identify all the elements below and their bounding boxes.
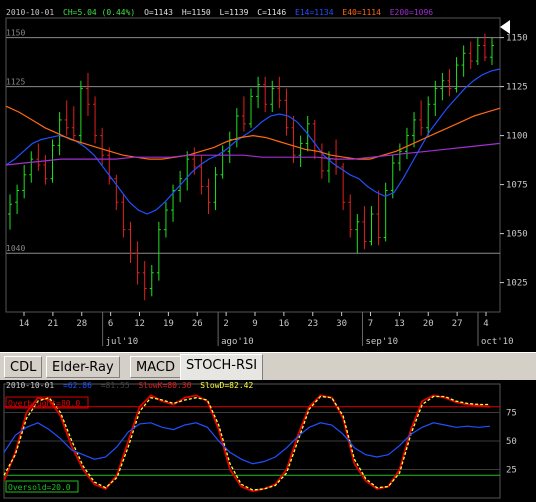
- month-label-1: ago'10: [221, 337, 254, 347]
- stoch-header-rsi: =62.86: [63, 381, 92, 390]
- header-ema200: E200=1096: [390, 8, 434, 17]
- x-tick-label-7: 2: [223, 319, 228, 329]
- x-tick-label-16: 4: [483, 319, 488, 329]
- x-tick-label-12: 7: [368, 319, 373, 329]
- indicator-tab-bar: CDL Elder-Ray MACD STOCH-RSI: [0, 352, 536, 381]
- x-tick-label-11: 30: [336, 319, 347, 329]
- x-tick-label-14: 20: [423, 319, 434, 329]
- header-ema14: E14=1134: [295, 8, 334, 17]
- price-chart-background: [0, 0, 536, 352]
- x-tick-label-2: 28: [76, 319, 87, 329]
- month-label-0: jul'10: [106, 337, 139, 347]
- header-low: L=1139: [220, 8, 249, 17]
- y-tick-label-1: 1050: [506, 230, 528, 240]
- reference-label-2: 1040: [6, 244, 25, 253]
- x-tick-label-10: 23: [307, 319, 318, 329]
- header-close: C=1146: [257, 8, 286, 17]
- y-tick-label-0: 1025: [506, 279, 528, 289]
- stoch-y-label-2: 75: [506, 409, 517, 419]
- stoch-header-slowd: SlowD=82.42: [200, 381, 253, 390]
- y-tick-label-3: 1100: [506, 132, 528, 142]
- month-label-2: sep'10: [366, 337, 399, 347]
- stoch-y-label-0: 25: [506, 466, 517, 476]
- header-open: O=1143: [144, 8, 173, 17]
- reference-label-0: 1150: [6, 29, 25, 38]
- price-header: 2010-10-01 CH=5.04 (0.44%) O=1143 H=1150…: [6, 8, 433, 17]
- x-tick-label-6: 26: [192, 319, 203, 329]
- overbought-label: Overbought=80.0: [8, 399, 80, 408]
- oversold-label: Oversold=20.0: [8, 483, 71, 492]
- stoch-rsi-chart: 25 50 75 2010-10-01 =62.86 =81.55 SlowK=80…: [0, 380, 536, 502]
- stoch-y-label-1: 50: [506, 437, 517, 447]
- x-tick-label-5: 19: [163, 319, 174, 329]
- x-tick-label-15: 27: [452, 319, 463, 329]
- stoch-header: 2010-10-01 =62.86 =81.55 SlowK=80.30 Slo…: [6, 381, 253, 390]
- y-tick-label-4: 1125: [506, 83, 528, 93]
- reference-label-1: 1125: [6, 78, 25, 87]
- tab-cdl[interactable]: CDL: [4, 356, 43, 378]
- x-tick-label-0: 14: [19, 319, 30, 329]
- x-tick-label-3: 6: [108, 319, 113, 329]
- y-tick-label-5: 1150: [506, 34, 528, 44]
- x-tick-label-4: 12: [134, 319, 145, 329]
- header-date: 2010-10-01: [6, 8, 54, 17]
- x-tick-label-1: 21: [47, 319, 58, 329]
- tab-elder-ray[interactable]: Elder-Ray: [46, 356, 120, 378]
- x-tick-label-9: 16: [278, 319, 289, 329]
- tab-macd[interactable]: MACD: [130, 356, 181, 378]
- x-tick-label-8: 9: [252, 319, 257, 329]
- header-change: CH=5.04 (0.44%): [63, 8, 135, 17]
- stoch-header-slowk: SlowK=80.30: [138, 381, 191, 390]
- tab-stoch-rsi[interactable]: STOCH-RSI: [180, 354, 264, 380]
- header-high: H=1150: [182, 8, 211, 17]
- month-label-3: oct'10: [481, 337, 514, 347]
- header-ema40: E40=1114: [342, 8, 381, 17]
- stoch-header-date: 2010-10-01: [6, 381, 54, 390]
- price-chart: 1150 1125 1040 1025 1050 1075 1100 1125 1150 14 2…: [0, 0, 536, 352]
- stoch-header-faded: =81.55: [101, 381, 130, 390]
- x-tick-label-13: 13: [394, 319, 405, 329]
- y-tick-label-2: 1075: [506, 181, 528, 191]
